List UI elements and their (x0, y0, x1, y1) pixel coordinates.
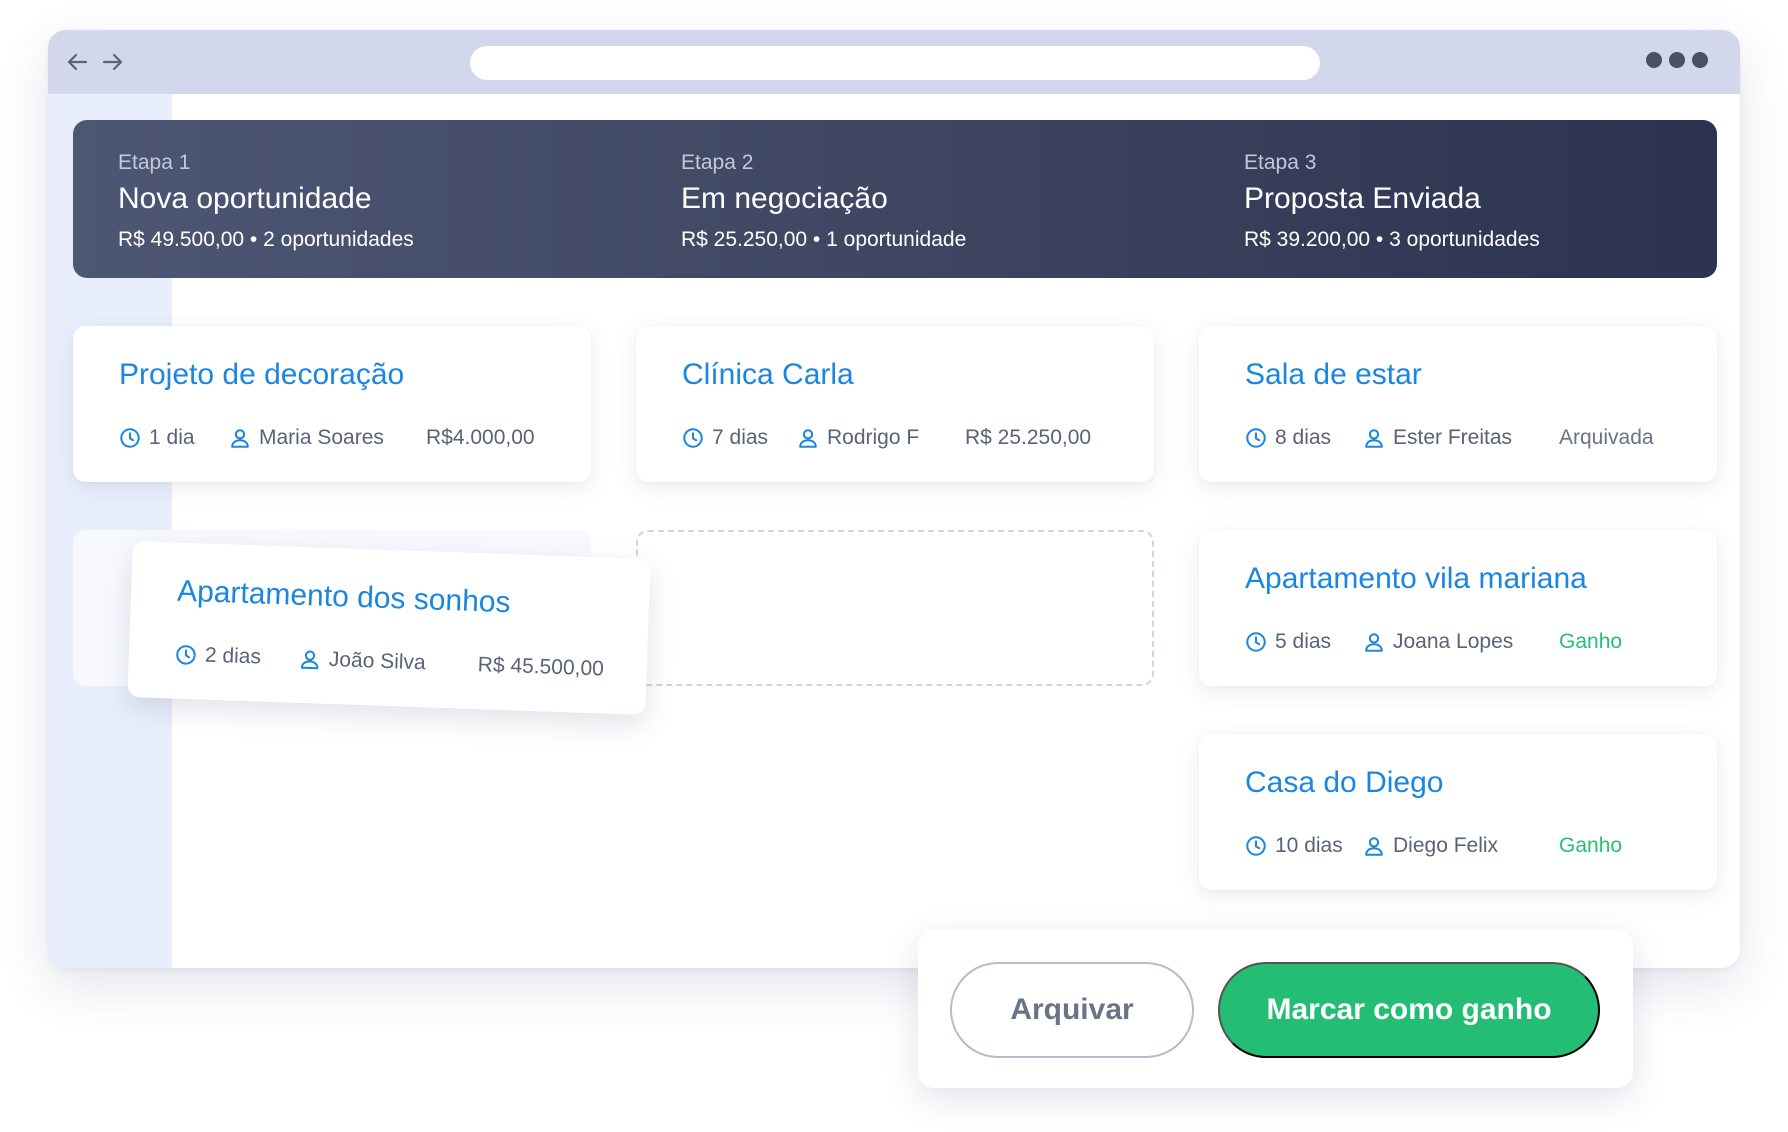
card-value: R$4.000,00 (426, 424, 535, 452)
card-title[interactable]: Clínica Carla (682, 356, 854, 394)
opportunity-card[interactable]: Projeto de decoração 1 dia Maria Soares … (73, 326, 591, 482)
card-days: 1 dia (119, 424, 195, 452)
days-text: 1 dia (149, 426, 195, 449)
clock-icon (683, 428, 703, 448)
user-icon (300, 650, 319, 670)
status-text: Arquivada (1559, 426, 1654, 449)
status-text: Ganho (1559, 834, 1623, 857)
stage-column-2: Etapa 2 Em negociação R$ 25.250,00 • 1 o… (681, 150, 966, 254)
stage-label: Etapa 3 (1244, 151, 1317, 174)
mark-won-button[interactable]: Marcar como ganho (1218, 962, 1600, 1058)
user-icon (1365, 429, 1383, 448)
browser-window: Etapa 1 Nova oportunidade R$ 49.500,00 •… (48, 30, 1740, 968)
person-name: João Silva (328, 647, 427, 675)
person-name: Rodrigo F (827, 426, 920, 449)
person-name: Ester Freitas (1393, 426, 1513, 449)
stage-column-3: Etapa 3 Proposta Enviada R$ 39.200,00 • … (1244, 150, 1540, 254)
dragging-opportunity-card[interactable]: Apartamento dos sonhos 2 dias João Silva… (127, 541, 651, 715)
stage-label: Etapa 1 (118, 151, 191, 174)
status-badge: Ganho (1559, 832, 1622, 860)
person-name: Joana Lopes (1393, 630, 1514, 653)
value-text: R$ 45.500,00 (477, 653, 605, 681)
days-text: 8 dias (1275, 426, 1332, 449)
card-meta: 2 dias João Silva R$ 45.500,00 (174, 641, 604, 681)
card-person: Rodrigo F (797, 424, 919, 452)
person-name: Maria Soares (259, 426, 384, 449)
card-days: 10 dias (1245, 832, 1343, 860)
person-name: Diego Felix (1393, 834, 1499, 857)
action-panel: Arquivar Marcar como ganho (918, 930, 1633, 1088)
user-icon (1365, 837, 1383, 856)
browser-titlebar (48, 30, 1740, 94)
card-value: R$ 45.500,00 (477, 651, 604, 683)
more-dots-icon[interactable] (1646, 52, 1708, 70)
user-icon (1365, 633, 1383, 652)
card-title[interactable]: Casa do Diego (1245, 764, 1443, 802)
opportunity-card[interactable]: Casa do Diego 10 dias Diego Felix Ganho (1199, 734, 1717, 890)
arrow-left-icon[interactable] (64, 50, 90, 74)
card-title[interactable]: Apartamento dos sonhos (176, 573, 511, 623)
days-text: 7 dias (712, 426, 769, 449)
arrow-right-icon[interactable] (100, 50, 126, 74)
archive-button[interactable]: Arquivar (950, 962, 1194, 1058)
card-person: Joana Lopes (1363, 628, 1513, 656)
days-text: 5 dias (1275, 630, 1332, 653)
card-days: 2 dias (174, 641, 261, 672)
clock-icon (1246, 836, 1266, 856)
opportunity-card[interactable]: Sala de estar 8 dias Ester Freitas Arqui… (1199, 326, 1717, 482)
card-value: R$ 25.250,00 (965, 424, 1091, 452)
card-title[interactable]: Projeto de decoração (119, 356, 404, 394)
stage-summary: R$ 25.250,00 • 1 oportunidade (681, 228, 967, 251)
opportunity-card[interactable]: Clínica Carla 7 dias Rodrigo F R$ 25.250… (636, 326, 1154, 482)
status-badge: Ganho (1559, 628, 1622, 656)
stage-summary: R$ 39.200,00 • 3 oportunidades (1244, 228, 1540, 251)
pipeline-stage-header: Etapa 1 Nova oportunidade R$ 49.500,00 •… (73, 120, 1717, 278)
card-person: Maria Soares (229, 424, 384, 452)
opportunity-card[interactable]: Apartamento vila mariana 5 dias Joana Lo… (1199, 530, 1717, 686)
stage-name: Em negociação (681, 182, 888, 215)
stage-column-1: Etapa 1 Nova oportunidade R$ 49.500,00 •… (118, 150, 414, 254)
stage-label: Etapa 2 (681, 151, 754, 174)
stage-summary: R$ 49.500,00 • 2 oportunidades (118, 228, 414, 251)
stage-name: Proposta Enviada (1244, 182, 1481, 215)
card-days: 5 dias (1245, 628, 1331, 656)
card-title[interactable]: Apartamento vila mariana (1245, 560, 1587, 598)
clock-icon (120, 428, 140, 448)
address-bar[interactable] (470, 46, 1320, 80)
value-text: R$4.000,00 (426, 426, 535, 449)
status-badge: Arquivada (1559, 424, 1654, 452)
value-text: R$ 25.250,00 (965, 426, 1092, 449)
clock-icon (1246, 632, 1266, 652)
status-text: Ganho (1559, 630, 1623, 653)
user-icon (231, 429, 249, 448)
drop-zone[interactable] (636, 530, 1154, 686)
card-days: 8 dias (1245, 424, 1331, 452)
card-title[interactable]: Sala de estar (1245, 356, 1422, 394)
clock-icon (1246, 428, 1266, 448)
days-text: 2 dias (204, 643, 262, 669)
days-text: 10 dias (1275, 834, 1343, 857)
clock-icon (176, 645, 196, 665)
card-person: João Silva (298, 645, 426, 677)
card-days: 7 dias (682, 424, 768, 452)
stage-name: Nova oportunidade (118, 182, 372, 215)
card-person: Ester Freitas (1363, 424, 1512, 452)
user-icon (799, 429, 817, 448)
card-person: Diego Felix (1363, 832, 1498, 860)
